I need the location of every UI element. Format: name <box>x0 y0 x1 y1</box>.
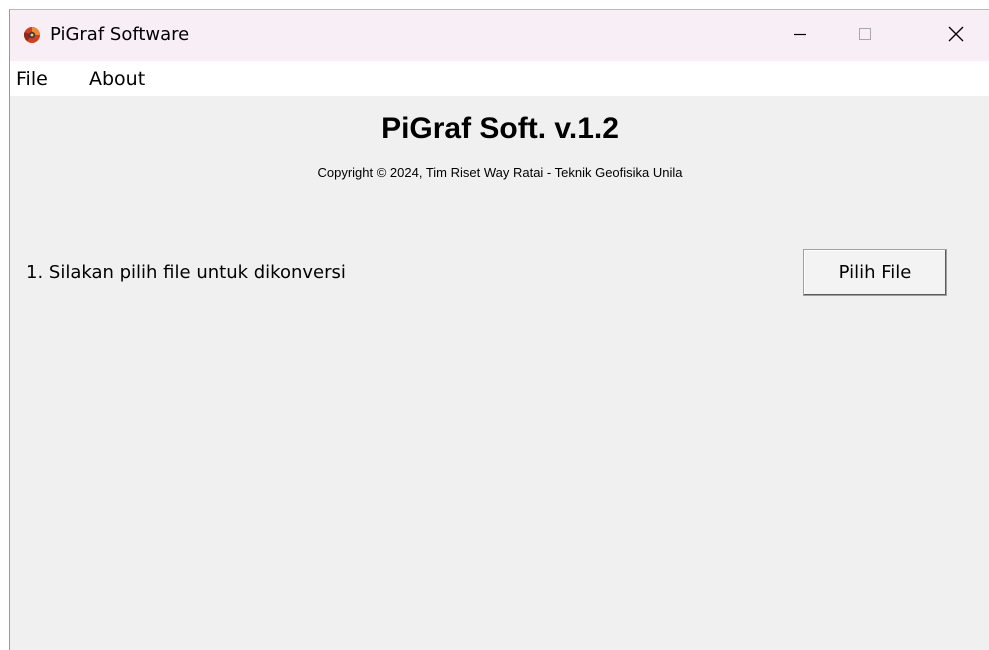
choose-file-button[interactable]: Pilih File <box>803 249 947 296</box>
app-window: PiGraf Software File About PiGraf Soft. … <box>9 9 989 650</box>
title-bar[interactable]: PiGraf Software <box>10 10 989 61</box>
window-title: PiGraf Software <box>50 24 190 45</box>
app-logo-icon <box>23 26 41 44</box>
menu-about[interactable]: About <box>89 68 145 90</box>
maximize-icon <box>857 26 873 46</box>
menu-file[interactable]: File <box>16 68 48 90</box>
minimize-icon <box>792 26 808 46</box>
minimize-button[interactable] <box>777 10 823 61</box>
close-button[interactable] <box>933 10 979 61</box>
instruction-label: 1. Silakan pilih file untuk dikonversi <box>26 262 346 283</box>
close-icon <box>947 25 965 47</box>
copyright-text: Copyright © 2024, Tim Riset Way Ratai - … <box>317 165 683 180</box>
maximize-button[interactable] <box>842 10 888 61</box>
app-heading: PiGraf Soft. v.1.2 <box>381 112 619 145</box>
menu-bar: File About <box>10 61 989 96</box>
